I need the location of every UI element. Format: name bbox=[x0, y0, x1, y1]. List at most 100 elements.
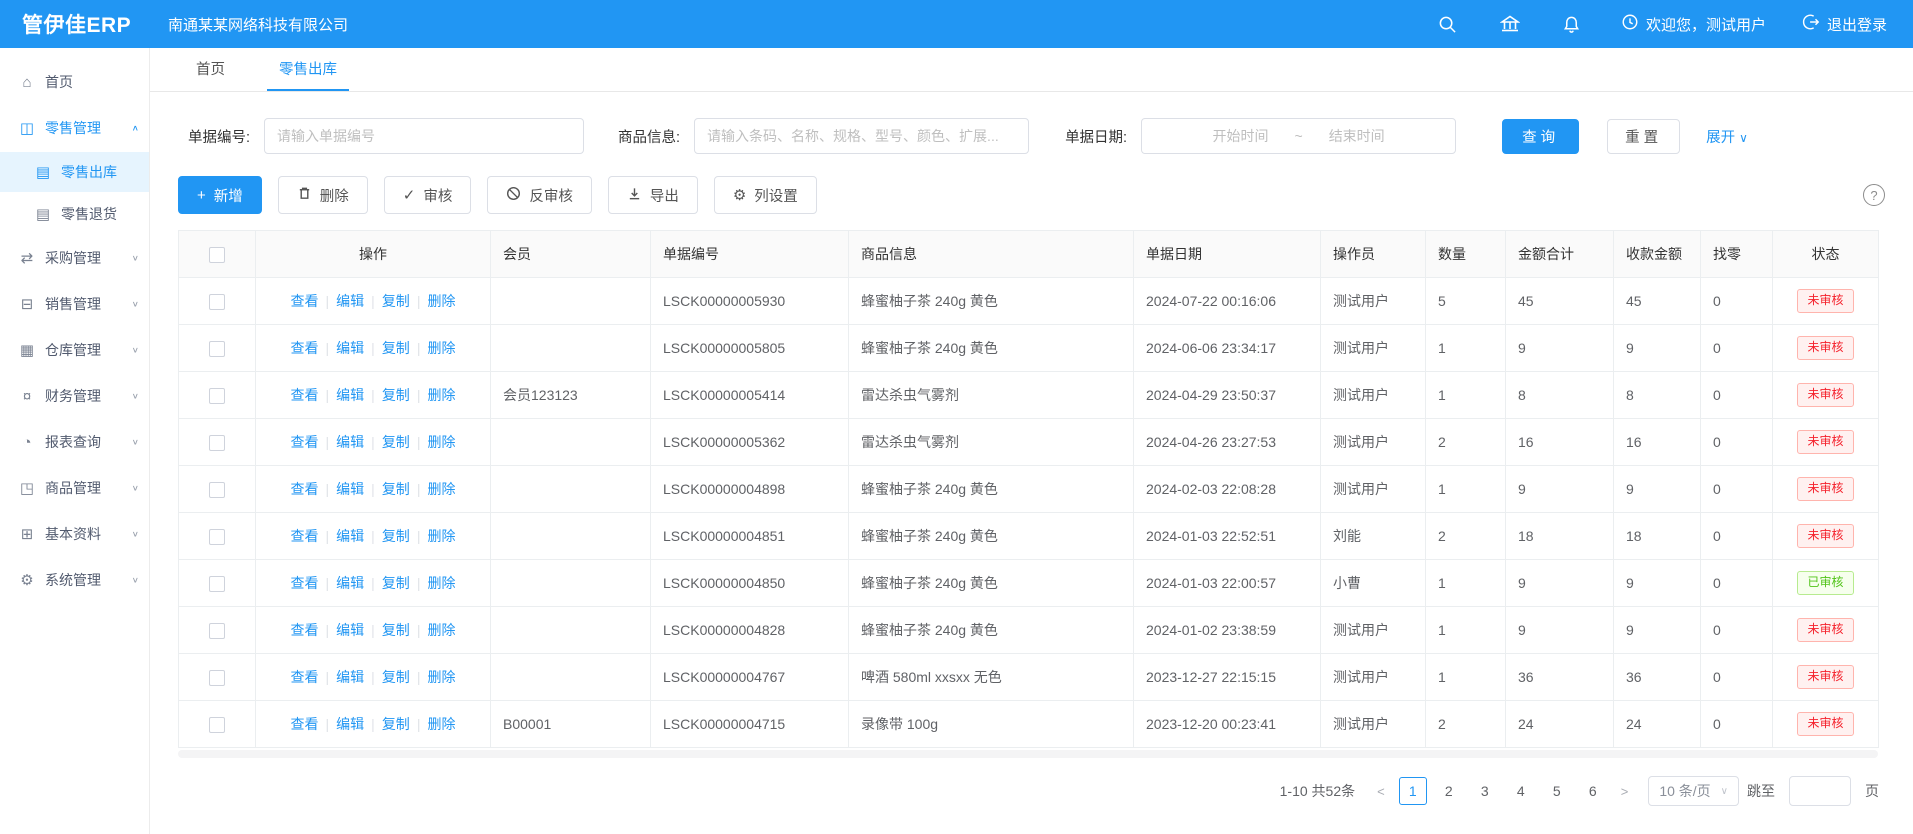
copy-link[interactable]: 复制 bbox=[382, 528, 410, 544]
edit-link[interactable]: 编辑 bbox=[336, 340, 364, 356]
notification-bell-icon[interactable] bbox=[1561, 13, 1583, 35]
expand-filters-link[interactable]: 展开 ∨ bbox=[1706, 126, 1748, 147]
add-button[interactable]: + 新增 bbox=[178, 176, 262, 214]
view-link[interactable]: 查看 bbox=[291, 387, 319, 403]
delete-link[interactable]: 删除 bbox=[427, 434, 455, 450]
copy-link[interactable]: 复制 bbox=[382, 340, 410, 356]
page-number-button[interactable]: 1 bbox=[1399, 777, 1427, 805]
row-operations: 查看|编辑|复制|删除 bbox=[256, 560, 491, 607]
copy-link[interactable]: 复制 bbox=[382, 716, 410, 732]
sidebar-item[interactable]: ⌂ 首页 bbox=[0, 60, 149, 104]
delete-link[interactable]: 删除 bbox=[427, 669, 455, 685]
delete-button[interactable]: 删除 bbox=[278, 176, 368, 214]
delete-link[interactable]: 删除 bbox=[427, 575, 455, 591]
edit-link[interactable]: 编辑 bbox=[336, 528, 364, 544]
row-checkbox[interactable] bbox=[209, 341, 225, 357]
row-checkbox[interactable] bbox=[209, 435, 225, 451]
page-number-button[interactable]: 3 bbox=[1471, 777, 1499, 805]
bill-no-input[interactable] bbox=[264, 118, 584, 154]
delete-link[interactable]: 删除 bbox=[427, 622, 455, 638]
bank-icon[interactable] bbox=[1499, 13, 1521, 35]
view-link[interactable]: 查看 bbox=[291, 669, 319, 685]
sidebar-item[interactable]: ⚙ 系统管理 ∨ bbox=[0, 558, 149, 602]
delete-link[interactable]: 删除 bbox=[427, 340, 455, 356]
view-link[interactable]: 查看 bbox=[291, 716, 319, 732]
next-page-button[interactable]: > bbox=[1615, 784, 1635, 799]
tab-item[interactable]: 首页 bbox=[178, 58, 243, 91]
page-number-button[interactable]: 2 bbox=[1435, 777, 1463, 805]
view-link[interactable]: 查看 bbox=[291, 434, 319, 450]
copy-link[interactable]: 复制 bbox=[382, 481, 410, 497]
copy-link[interactable]: 复制 bbox=[382, 669, 410, 685]
delete-link[interactable]: 删除 bbox=[427, 528, 455, 544]
row-checkbox[interactable] bbox=[209, 670, 225, 686]
jump-to-page-input[interactable] bbox=[1789, 776, 1851, 806]
copy-link[interactable]: 复制 bbox=[382, 387, 410, 403]
page-number-button[interactable]: 4 bbox=[1507, 777, 1535, 805]
sidebar-item[interactable]: ▦ 仓库管理 ∨ bbox=[0, 328, 149, 372]
date-range-picker[interactable]: 开始时间 ~ 结束时间 bbox=[1141, 118, 1456, 154]
row-checkbox[interactable] bbox=[209, 576, 225, 592]
row-checkbox[interactable] bbox=[209, 482, 225, 498]
edit-link[interactable]: 编辑 bbox=[336, 575, 364, 591]
edit-link[interactable]: 编辑 bbox=[336, 716, 364, 732]
sidebar-item[interactable]: ⊞ 基本资料 ∨ bbox=[0, 512, 149, 556]
copy-link[interactable]: 复制 bbox=[382, 293, 410, 309]
row-checkbox[interactable] bbox=[209, 294, 225, 310]
select-all-checkbox[interactable] bbox=[209, 247, 225, 263]
delete-link[interactable]: 删除 bbox=[427, 387, 455, 403]
search-button[interactable]: 查询 bbox=[1502, 119, 1579, 154]
edit-link[interactable]: 编辑 bbox=[336, 481, 364, 497]
export-button[interactable]: 导出 bbox=[608, 176, 698, 214]
copy-link[interactable]: 复制 bbox=[382, 622, 410, 638]
edit-link[interactable]: 编辑 bbox=[336, 387, 364, 403]
sidebar-item[interactable]: ▤ 零售出库 bbox=[0, 152, 149, 192]
row-checkbox[interactable] bbox=[209, 529, 225, 545]
product-info-input[interactable] bbox=[694, 118, 1029, 154]
view-link[interactable]: 查看 bbox=[291, 575, 319, 591]
edit-link[interactable]: 编辑 bbox=[336, 669, 364, 685]
logout-button[interactable]: 退出登录 bbox=[1802, 13, 1887, 35]
view-link[interactable]: 查看 bbox=[291, 293, 319, 309]
audit-button[interactable]: ✓ 审核 bbox=[384, 176, 472, 214]
row-checkbox[interactable] bbox=[209, 388, 225, 404]
view-link[interactable]: 查看 bbox=[291, 481, 319, 497]
page-size-select[interactable]: 10 条/页 ∨ bbox=[1648, 776, 1739, 806]
table-row: 查看|编辑|复制|删除 会员123123 LSCK00000005414 雷达杀… bbox=[179, 372, 1879, 419]
sidebar-item[interactable]: ⊟ 销售管理 ∨ bbox=[0, 282, 149, 326]
help-icon[interactable]: ? bbox=[1863, 184, 1885, 206]
sidebar-item[interactable]: ¤ 财务管理 ∨ bbox=[0, 374, 149, 418]
sidebar-item[interactable]: ◫ 零售管理 ∧ bbox=[0, 106, 149, 150]
column-settings-button[interactable]: ⚙ 列设置 bbox=[714, 176, 817, 214]
page-number-button[interactable]: 5 bbox=[1543, 777, 1571, 805]
tab-item[interactable]: 零售出库 bbox=[261, 58, 355, 91]
sidebar-item-icon: ◫ bbox=[18, 119, 36, 137]
sidebar-item[interactable]: ◔ 报表查询 ∨ bbox=[0, 420, 149, 464]
edit-link[interactable]: 编辑 bbox=[336, 293, 364, 309]
cell-operator: 测试用户 bbox=[1321, 419, 1426, 466]
view-link[interactable]: 查看 bbox=[291, 622, 319, 638]
sidebar-item[interactable]: ⇄ 采购管理 ∨ bbox=[0, 236, 149, 280]
copy-link[interactable]: 复制 bbox=[382, 434, 410, 450]
view-link[interactable]: 查看 bbox=[291, 340, 319, 356]
row-checkbox[interactable] bbox=[209, 623, 225, 639]
prev-page-button[interactable]: < bbox=[1371, 784, 1391, 799]
page-number-button[interactable]: 6 bbox=[1579, 777, 1607, 805]
row-checkbox[interactable] bbox=[209, 717, 225, 733]
copy-link[interactable]: 复制 bbox=[382, 575, 410, 591]
edit-link[interactable]: 编辑 bbox=[336, 622, 364, 638]
delete-link[interactable]: 删除 bbox=[427, 716, 455, 732]
cell-received: 45 bbox=[1614, 278, 1701, 325]
search-icon[interactable] bbox=[1437, 13, 1459, 35]
sidebar-item[interactable]: ◳ 商品管理 ∨ bbox=[0, 466, 149, 510]
delete-link[interactable]: 删除 bbox=[427, 481, 455, 497]
user-welcome[interactable]: 欢迎您，测试用户 bbox=[1621, 13, 1766, 35]
reset-button[interactable]: 重置 bbox=[1607, 119, 1680, 154]
view-link[interactable]: 查看 bbox=[291, 528, 319, 544]
horizontal-scrollbar[interactable] bbox=[178, 750, 1878, 758]
delete-link[interactable]: 删除 bbox=[427, 293, 455, 309]
sidebar-item[interactable]: ▤ 零售退货 bbox=[0, 194, 149, 234]
edit-link[interactable]: 编辑 bbox=[336, 434, 364, 450]
chevron-icon: ∨ bbox=[132, 254, 139, 263]
unaudit-button[interactable]: 反审核 bbox=[487, 176, 592, 214]
